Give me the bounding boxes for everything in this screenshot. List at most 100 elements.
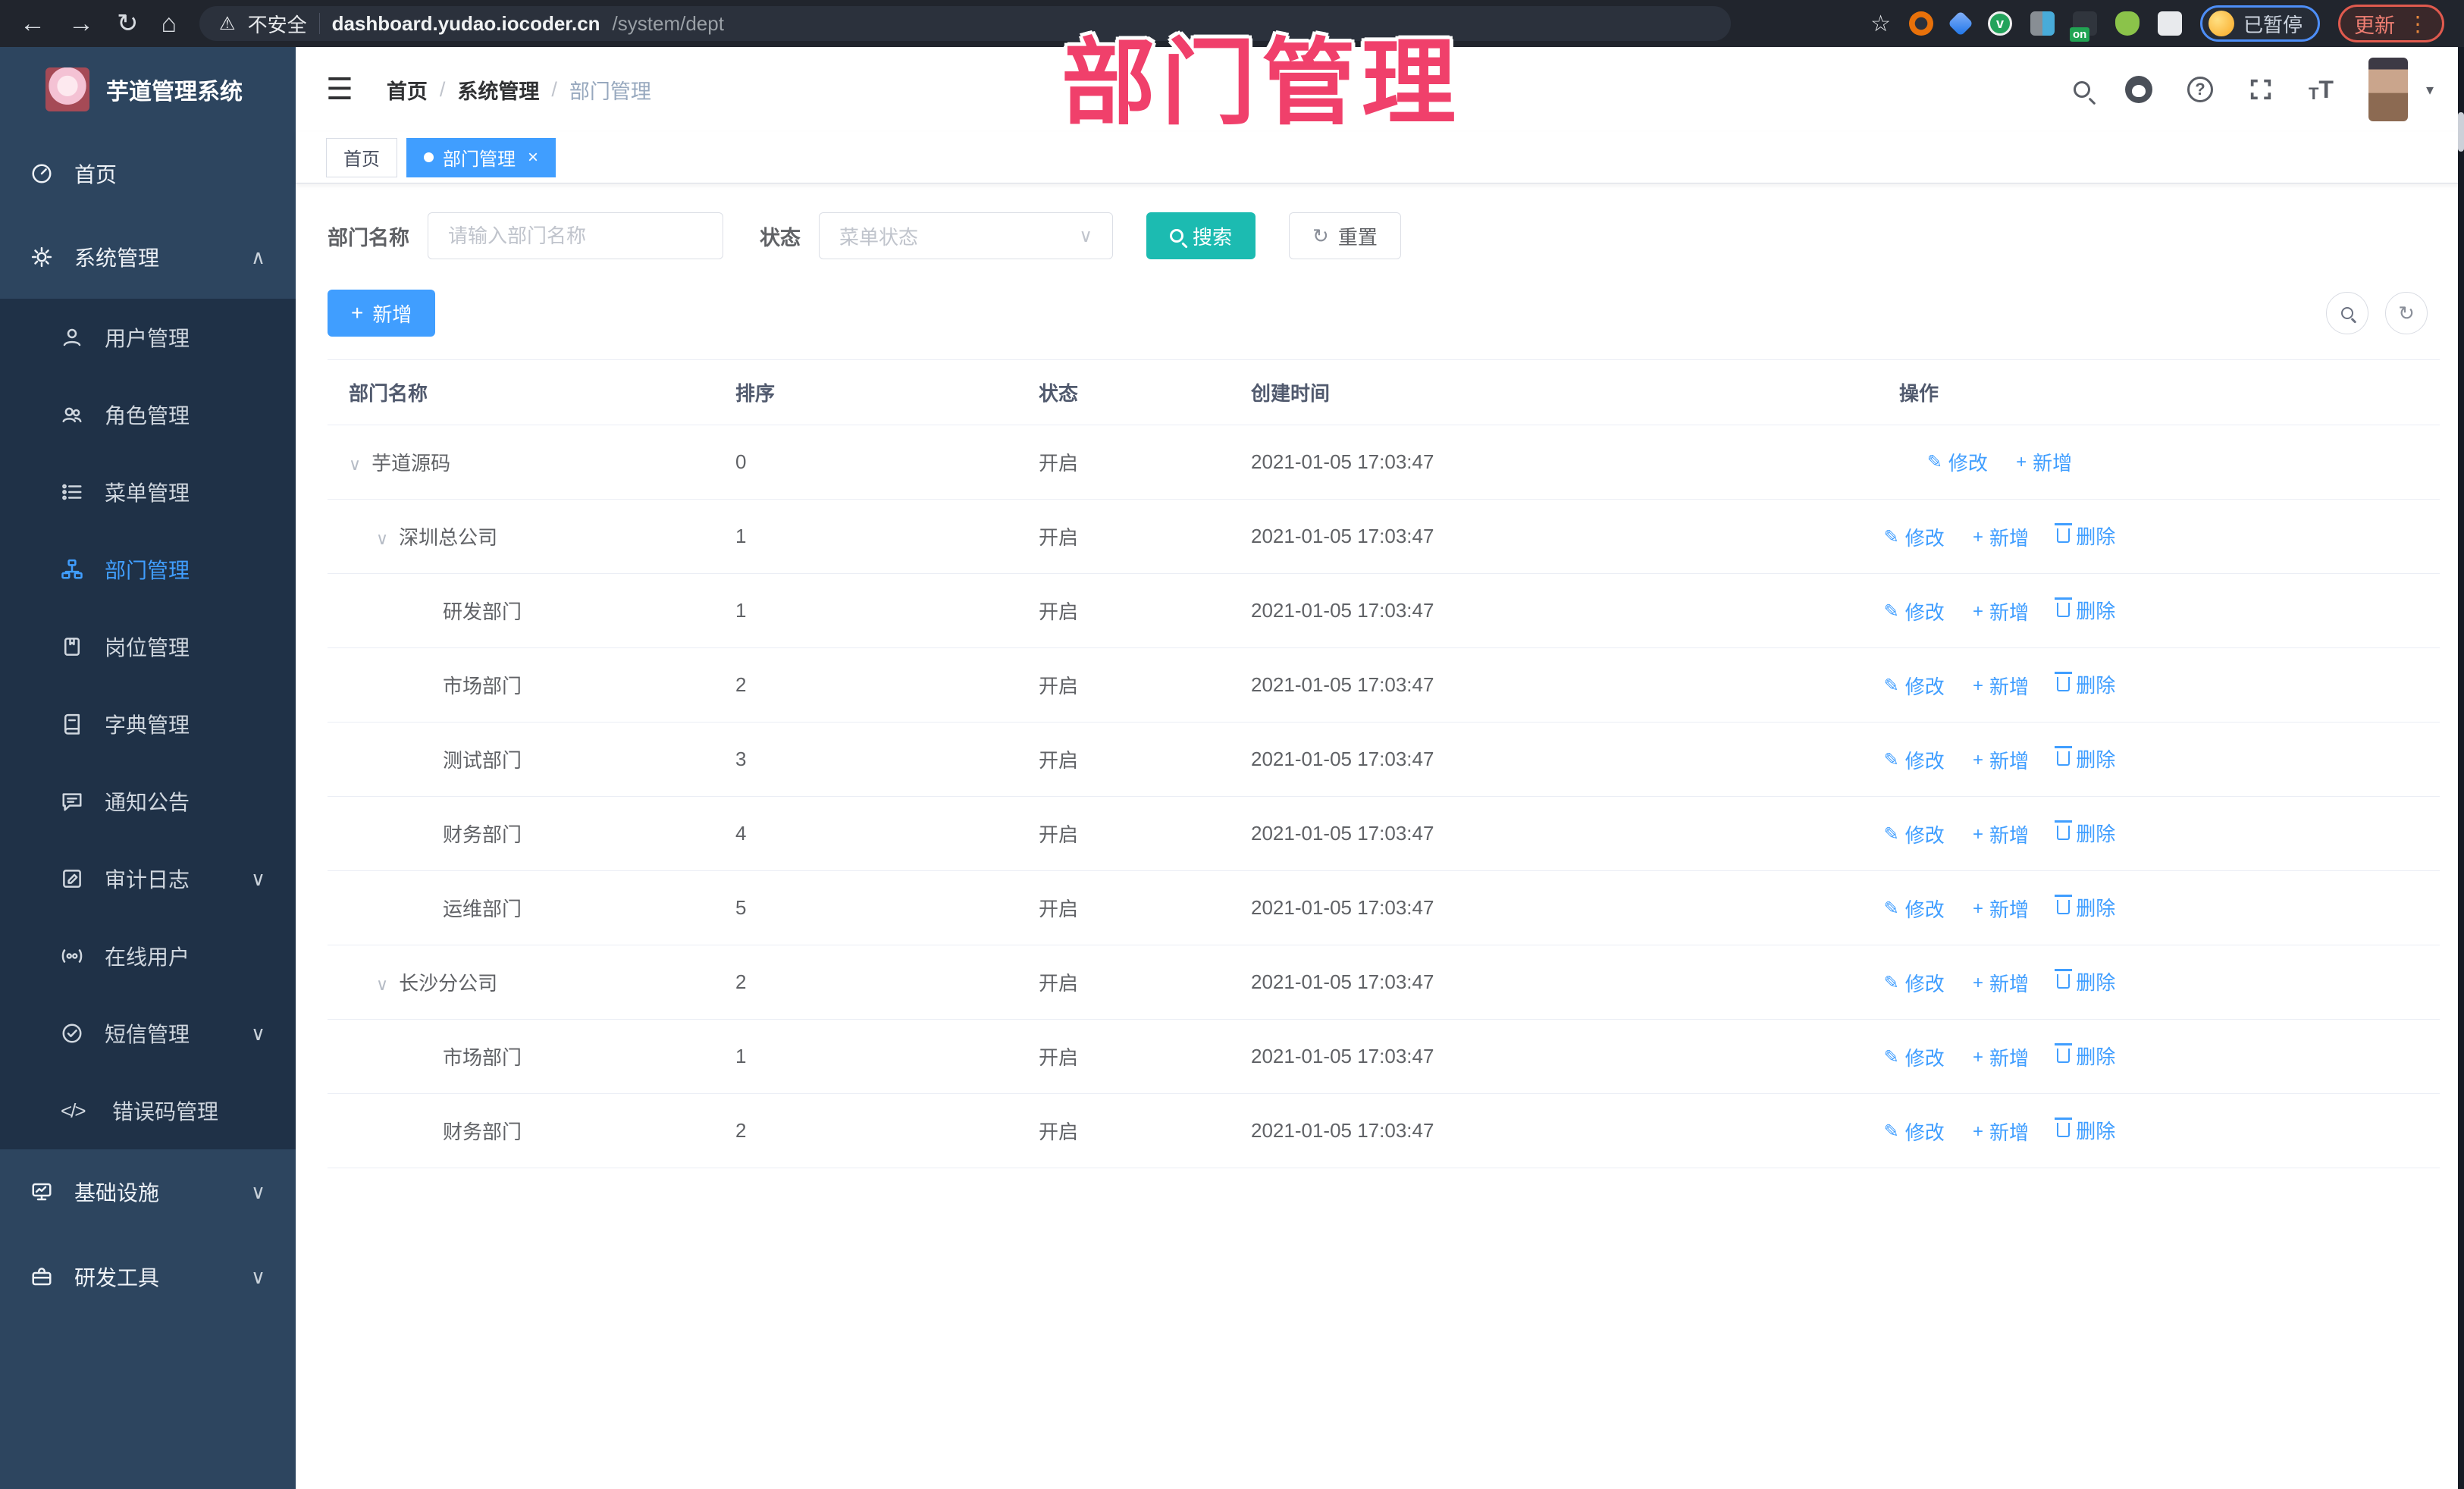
sidebar-item-infra[interactable]: 基础设施 ∨ — [0, 1149, 296, 1234]
sidebar-toggle-icon[interactable]: ☰ — [326, 72, 353, 107]
update-button[interactable]: 更新 ⋮ — [2338, 5, 2444, 42]
sidebar-item-system[interactable]: 系统管理 ∧ — [0, 215, 296, 299]
search-button[interactable]: 搜索 — [1146, 212, 1256, 259]
add-child-link[interactable]: + 新增 — [1973, 1043, 2029, 1071]
dept-name-input[interactable] — [428, 212, 723, 259]
app-logo[interactable]: 芋道管理系统 — [0, 47, 296, 132]
created-cell: 2021-01-05 17:03:47 — [1230, 796, 1785, 871]
chevron-down-icon: ∨ — [250, 1180, 265, 1203]
header-search-icon[interactable] — [2073, 81, 2090, 98]
tab-home[interactable]: 首页 — [326, 137, 397, 177]
sidebar-item-dept[interactable]: 部门管理 — [0, 531, 296, 608]
edit-link[interactable]: ✎ 修改 — [1884, 597, 1945, 625]
scrollbar-thumb[interactable] — [2458, 112, 2464, 152]
plus-icon: + — [2016, 451, 2027, 472]
extension-icon-grid[interactable] — [2030, 11, 2055, 36]
sidebar-item-label: 字典管理 — [105, 713, 190, 737]
delete-link[interactable]: 删除 — [2055, 819, 2115, 847]
sort-cell: 2 — [714, 1093, 1017, 1168]
help-icon[interactable]: ? — [2187, 77, 2213, 102]
address-bar[interactable]: ⚠ 不安全 dashboard.yudao.iocoder.cn/system/… — [199, 6, 1732, 41]
sidebar-item-audit-log[interactable]: 审计日志 ∨ — [0, 840, 296, 917]
browser-home-icon[interactable]: ⌂ — [161, 11, 177, 36]
extensions-puzzle-icon[interactable] — [2157, 11, 2182, 36]
sidebar-item-users[interactable]: 用户管理 — [0, 299, 296, 376]
delete-link[interactable]: 删除 — [2055, 1116, 2115, 1144]
delete-link[interactable]: 删除 — [2055, 596, 2115, 624]
page-scrollbar[interactable] — [2458, 47, 2464, 1489]
edit-link[interactable]: ✎ 修改 — [1884, 746, 1945, 774]
add-child-link[interactable]: + 新增 — [1973, 746, 2029, 774]
add-child-link[interactable]: + 新增 — [1973, 523, 2029, 551]
add-button[interactable]: + 新增 — [328, 290, 436, 337]
add-child-link[interactable]: + 新增 — [1973, 597, 2029, 625]
tree-caret-icon[interactable]: ∨ — [376, 975, 388, 994]
edit-link[interactable]: ✎ 修改 — [1884, 672, 1945, 700]
sidebar-item-home[interactable]: 首页 — [0, 132, 296, 215]
back-icon[interactable]: ← — [20, 11, 45, 36]
extension-icon-android[interactable] — [2114, 11, 2140, 36]
delete-link[interactable]: 删除 — [2055, 967, 2115, 995]
delete-link[interactable]: 删除 — [2055, 522, 2115, 550]
tree-caret-icon[interactable]: ∨ — [376, 529, 388, 548]
fullscreen-icon[interactable] — [2248, 77, 2274, 102]
extension-icon-v[interactable]: v — [1987, 11, 2012, 36]
delete-link[interactable]: 删除 — [2055, 744, 2115, 773]
tab-dept-active[interactable]: 部门管理 × — [406, 137, 556, 177]
add-child-link[interactable]: + 新增 — [1973, 895, 2029, 923]
bookmark-star-icon[interactable]: ☆ — [1870, 11, 1891, 37]
refresh-table-button[interactable]: ↻ — [2385, 292, 2428, 334]
extension-icon-switch[interactable]: on — [2069, 11, 2097, 42]
sidebar-item-sms[interactable]: 短信管理 ∨ — [0, 995, 296, 1072]
tree-caret-icon[interactable]: ∨ — [349, 455, 361, 474]
reset-button[interactable]: ↻ 重置 — [1289, 212, 1401, 259]
breadcrumb-home[interactable]: 首页 — [387, 75, 428, 105]
close-icon[interactable]: × — [528, 147, 538, 168]
actions-cell: ✎ 修改 + 新增 删除 — [1785, 945, 2214, 1020]
delete-link[interactable]: 删除 — [2055, 670, 2115, 698]
plus-icon: + — [1973, 823, 1984, 845]
tab-label: 部门管理 — [443, 149, 516, 170]
extension-icon-orange[interactable] — [1908, 11, 1933, 36]
edit-link[interactable]: ✎ 修改 — [1884, 820, 1945, 848]
add-child-link[interactable]: + 新增 — [2016, 448, 2072, 476]
reload-icon[interactable]: ↻ — [117, 11, 139, 36]
add-child-link[interactable]: + 新增 — [1973, 969, 2029, 997]
sidebar-item-online-users[interactable]: 在线用户 — [0, 917, 296, 995]
sidebar-item-errcode[interactable]: </> 错误码管理 — [0, 1072, 296, 1149]
avatar-caret-icon[interactable]: ▾ — [2426, 80, 2434, 99]
github-icon[interactable] — [2124, 76, 2152, 103]
font-size-icon[interactable]: TT — [2309, 76, 2334, 104]
sidebar-item-notice[interactable]: 通知公告 — [0, 763, 296, 840]
extension-icon-gem[interactable] — [1948, 11, 1973, 36]
breadcrumb-system[interactable]: 系统管理 — [457, 75, 539, 105]
toggle-search-button[interactable] — [2326, 292, 2368, 334]
table-toolbar: + 新增 ↻ — [328, 290, 2440, 337]
add-child-link[interactable]: + 新增 — [1973, 672, 2029, 700]
security-label[interactable]: 不安全 — [248, 10, 307, 38]
edit-link[interactable]: ✎ 修改 — [1884, 1043, 1945, 1071]
sort-cell: 5 — [714, 870, 1017, 945]
add-child-link[interactable]: + 新增 — [1973, 1118, 2029, 1146]
edit-link[interactable]: ✎ 修改 — [1884, 1118, 1945, 1146]
sidebar-item-devtools[interactable]: 研发工具 ∨ — [0, 1234, 296, 1319]
edit-link[interactable]: ✎ 修改 — [1884, 895, 1945, 923]
add-child-link[interactable]: + 新增 — [1973, 820, 2029, 848]
sidebar-item-menus[interactable]: 菜单管理 — [0, 453, 296, 531]
breadcrumb-current: 部门管理 — [569, 80, 651, 103]
edit-link[interactable]: ✎ 修改 — [1884, 523, 1945, 551]
created-cell: 2021-01-05 17:03:47 — [1230, 1019, 1785, 1094]
edit-link[interactable]: ✎ 修改 — [1927, 448, 1988, 476]
edit-link[interactable]: ✎ 修改 — [1884, 969, 1945, 997]
sidebar-item-roles[interactable]: 角色管理 — [0, 376, 296, 453]
sidebar-item-post[interactable]: 岗位管理 — [0, 608, 296, 685]
forward-icon[interactable]: → — [68, 11, 94, 36]
browser-menu-icon[interactable]: ⋮ — [2407, 11, 2428, 36]
status-select[interactable]: 菜单状态 ∨ — [819, 212, 1113, 259]
profile-paused-chip[interactable]: 已暂停 — [2199, 5, 2320, 42]
delete-link[interactable]: 删除 — [2055, 1042, 2115, 1070]
user-avatar[interactable] — [2368, 58, 2408, 121]
sidebar-item-dict[interactable]: 字典管理 — [0, 685, 296, 763]
delete-link[interactable]: 删除 — [2055, 893, 2115, 921]
edit-icon: ✎ — [1883, 823, 1899, 845]
